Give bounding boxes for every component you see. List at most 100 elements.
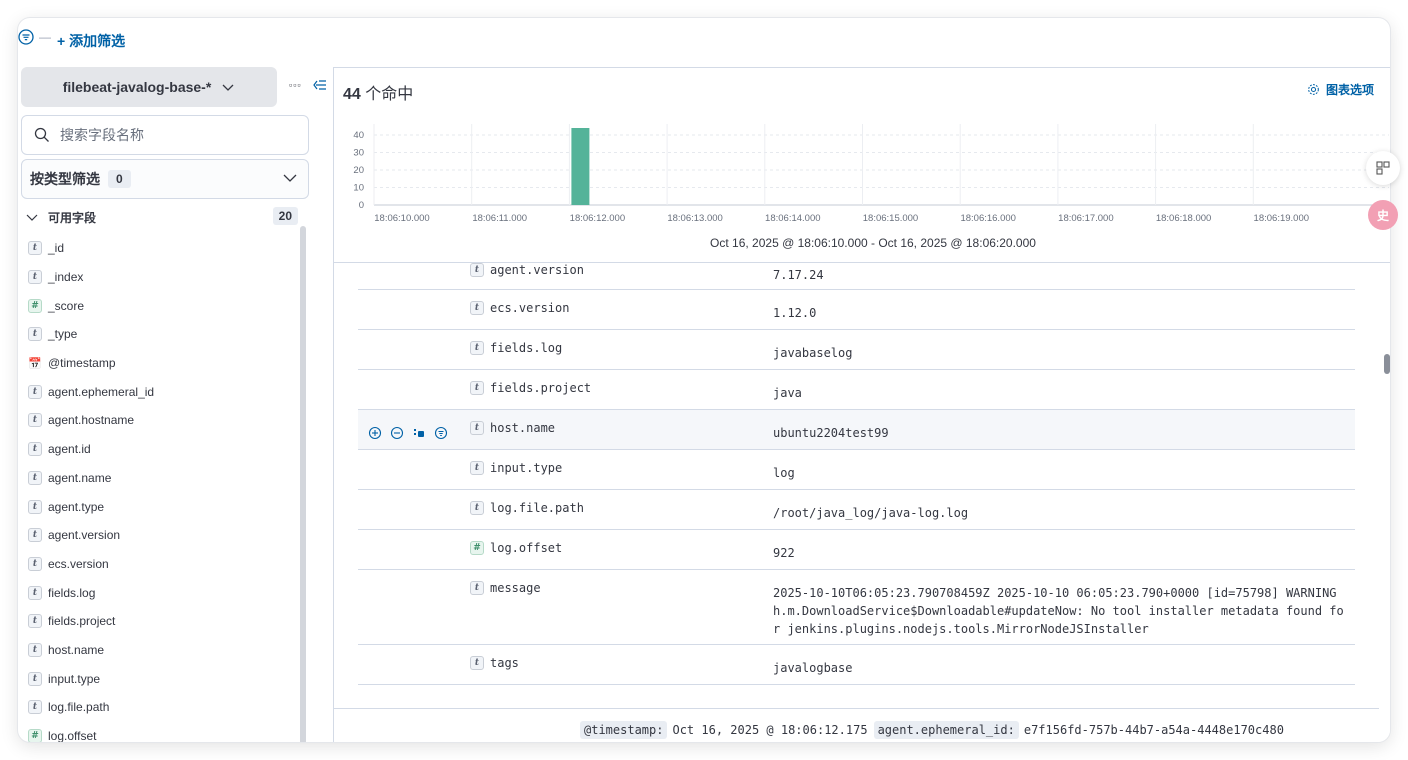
doc-field-name: fields.project bbox=[490, 381, 592, 395]
timestamp-value: Oct 16, 2025 @ 18:06:12.175 bbox=[672, 723, 868, 737]
field-list-item[interactable]: t agent.name bbox=[28, 464, 298, 493]
x-tick-label: 18:06:17.000 bbox=[1058, 213, 1113, 224]
doc-field-value: javabaselog bbox=[773, 346, 853, 360]
field-name: agent.hostname bbox=[48, 413, 135, 428]
doc-field-row[interactable]: t fields.log javabaselog bbox=[358, 330, 1355, 370]
field-name: fields.log bbox=[48, 585, 96, 600]
doc-field-row[interactable]: t ecs.version 1.12.0 bbox=[358, 290, 1355, 330]
field-list-item[interactable]: t host.name bbox=[28, 636, 298, 665]
string-type-icon: t bbox=[28, 556, 42, 571]
hits-count: 44 bbox=[343, 86, 361, 103]
field-list-item[interactable]: t _index bbox=[28, 263, 298, 292]
field-list-item[interactable]: t _id bbox=[28, 234, 298, 263]
toggle-column-icon[interactable] bbox=[412, 426, 426, 440]
row-actions bbox=[368, 426, 448, 440]
doc-field-row[interactable]: t message 2025-10-10T06:05:23.790708459Z 2… bbox=[358, 570, 1355, 645]
gear-icon bbox=[1308, 84, 1319, 95]
filter-bar: — + 添加筛选 bbox=[18, 18, 1390, 62]
field-list-item[interactable]: t ecs.version bbox=[28, 550, 298, 579]
field-name: log.offset bbox=[48, 729, 97, 742]
string-type-icon: t bbox=[470, 263, 484, 277]
timestamp-key: @timestamp: bbox=[580, 721, 668, 739]
available-fields-count: 20 bbox=[272, 207, 298, 225]
chart-options-button[interactable]: 图表选项 bbox=[1307, 81, 1374, 98]
ephemeral-id-key: agent.ephemeral_id: bbox=[873, 721, 1019, 739]
string-type-icon: t bbox=[28, 384, 42, 399]
hits-counter: 44 个命中 bbox=[343, 80, 413, 104]
type-filter-dropdown[interactable]: 按类型筛选 0 bbox=[21, 159, 309, 199]
filter-menu-icon[interactable] bbox=[18, 29, 34, 45]
available-fields-label: 可用字段 bbox=[48, 210, 97, 225]
string-type-icon: t bbox=[28, 585, 42, 600]
filter-out-value-icon[interactable] bbox=[390, 426, 404, 440]
field-name: fields.project bbox=[48, 614, 116, 629]
string-type-icon: t bbox=[470, 461, 484, 475]
doc-field-row[interactable]: t input.type log bbox=[358, 450, 1355, 490]
type-filter-count-badge: 0 bbox=[108, 170, 131, 188]
y-tick-label: 10 bbox=[353, 183, 364, 194]
next-document-summary[interactable]: @timestamp: Oct 16, 2025 @ 18:06:12.175 … bbox=[580, 721, 1290, 739]
doc-field-row[interactable]: t tags javalogbase bbox=[358, 645, 1355, 685]
string-type-icon: t bbox=[28, 442, 42, 457]
string-type-icon: t bbox=[28, 499, 42, 514]
field-list-item[interactable]: t _type bbox=[28, 320, 298, 349]
field-search-input[interactable]: 搜索字段名称 bbox=[21, 115, 309, 155]
type-filter-label: 按类型筛选 bbox=[30, 171, 100, 187]
main-scrollbar[interactable] bbox=[1384, 354, 1390, 374]
field-list-item[interactable]: t agent.type bbox=[28, 492, 298, 521]
doc-field-name: log.offset bbox=[490, 541, 563, 555]
string-type-icon: t bbox=[470, 501, 484, 515]
field-list-item[interactable]: t log.file.path bbox=[28, 693, 298, 722]
field-list-item[interactable]: # log.offset bbox=[28, 722, 298, 742]
field-list-item[interactable]: t agent.version bbox=[28, 521, 298, 550]
string-type-icon: t bbox=[470, 341, 484, 355]
number-type-icon: # bbox=[28, 298, 42, 313]
add-filter-button[interactable]: + 添加筛选 bbox=[57, 31, 125, 51]
number-type-icon: # bbox=[28, 729, 42, 742]
field-name: @timestamp bbox=[48, 356, 116, 371]
x-tick-label: 18:06:16.000 bbox=[960, 213, 1015, 224]
search-icon bbox=[34, 127, 49, 142]
field-list-item[interactable]: 📅 @timestamp bbox=[28, 349, 298, 378]
doc-field-value: javalogbase bbox=[773, 661, 853, 675]
field-name: ecs.version bbox=[48, 556, 109, 571]
filter-for-value-icon[interactable] bbox=[368, 426, 382, 440]
field-list-item[interactable]: t agent.id bbox=[28, 435, 298, 464]
doc-field-name: log.file.path bbox=[490, 501, 584, 515]
doc-field-row[interactable]: t log.file.path/root/java_log/java-log.lo… bbox=[358, 490, 1355, 530]
field-name: _type bbox=[48, 327, 78, 342]
doc-field-name: message bbox=[490, 581, 541, 595]
doc-field-row[interactable]: # log.offset 922 bbox=[358, 530, 1355, 570]
index-pattern-selector[interactable]: filebeat-javalog-base-* bbox=[21, 67, 277, 107]
next-document-divider bbox=[334, 708, 1379, 709]
date-type-icon: 📅 bbox=[28, 356, 42, 370]
floating-grid-widget[interactable] bbox=[1366, 151, 1400, 185]
doc-field-value: java bbox=[773, 386, 802, 400]
available-fields-header[interactable]: 可用字段 20 bbox=[26, 207, 298, 227]
string-type-icon: t bbox=[28, 413, 42, 428]
string-type-icon: t bbox=[28, 528, 42, 543]
doc-field-row[interactable]: t host.name ubuntu2204test99 bbox=[358, 410, 1355, 450]
y-tick-label: 0 bbox=[359, 200, 364, 211]
field-list-item[interactable]: t fields.log bbox=[28, 578, 298, 607]
field-list-item[interactable]: t fields.project bbox=[28, 607, 298, 636]
doc-field-name-cell: t ecs.version bbox=[470, 301, 569, 315]
doc-field-row[interactable]: t agent.version 7.17.24 bbox=[358, 263, 1355, 290]
collapse-sidebar-icon[interactable] bbox=[313, 78, 327, 92]
string-type-icon: t bbox=[28, 642, 42, 657]
field-list-item[interactable]: # _score bbox=[28, 291, 298, 320]
doc-field-row[interactable]: t fields.project java bbox=[358, 370, 1355, 410]
index-pattern-label: filebeat-javalog-base-* bbox=[62, 79, 212, 95]
string-type-icon: t bbox=[470, 421, 484, 435]
field-list-item[interactable]: t agent.hostname bbox=[28, 406, 298, 435]
sidebar-scrollbar[interactable] bbox=[300, 226, 306, 742]
x-tick-label: 18:06:19.000 bbox=[1254, 213, 1309, 224]
y-tick-label: 40 bbox=[353, 130, 364, 141]
more-options-icon[interactable]: ▫▫▫ bbox=[289, 80, 302, 90]
field-name: agent.version bbox=[48, 528, 121, 543]
filter-exists-icon[interactable] bbox=[434, 426, 448, 440]
floating-assistant-badge[interactable]: 史 bbox=[1368, 200, 1398, 230]
field-list-item[interactable]: t agent.ephemeral_id bbox=[28, 377, 298, 406]
field-list-item[interactable]: t input.type bbox=[28, 664, 298, 693]
doc-field-value: ubuntu2204test99 bbox=[773, 426, 889, 440]
